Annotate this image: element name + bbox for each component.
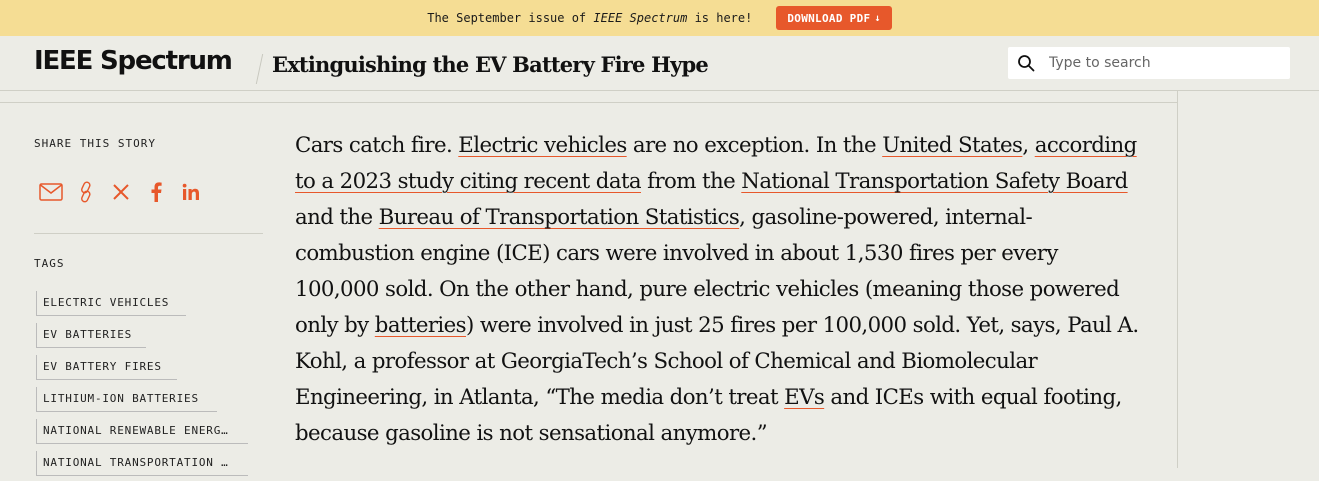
content-top-border [0,102,1177,103]
site-logo[interactable]: IEEE Spectrum [34,46,233,76]
site-header: IEEE Spectrum Extinguishing the EV Batte… [0,36,1319,91]
x-icon[interactable] [108,179,134,205]
article-line: Kohl, a professor at GeorgiaTech’s Schoo… [295,349,1038,374]
tags-label: TAGS [34,257,65,270]
link-electric-vehicles[interactable]: Electric vehicles [458,133,627,158]
article-body: Cars catch fire. Electric vehicles are n… [295,128,1165,452]
facebook-icon[interactable] [143,179,169,205]
share-label: SHARE THIS STORY [34,137,156,150]
banner-publication: IEEE Spectrum [593,11,688,25]
article-line: 100,000 sold. On the other hand, pure el… [295,277,1120,302]
article-line: Engineering, in Atlanta, “The media don’… [295,385,1122,410]
article-line: combustion engine (ICE) cars were involv… [295,241,1058,266]
article-line: to a 2023 study citing recent data from … [295,169,1128,194]
download-arrow-icon: ↓ [874,12,881,24]
announcement-banner: The September issue of IEEE Spectrum is … [0,0,1319,36]
header-article-title: Extinguishing the EV Battery Fire Hype [272,52,709,77]
email-icon[interactable] [38,179,64,205]
link-ntsb[interactable]: National Transportation Safety Board [741,169,1128,194]
search-icon [1018,55,1035,72]
link-bts[interactable]: Bureau of Transportation Statistics [379,205,740,230]
banner-message: The September issue of IEEE Spectrum is … [427,11,753,25]
link-according[interactable]: according [1035,133,1138,158]
download-pdf-button[interactable]: DOWNLOAD PDF ↓ [776,6,892,30]
article-line: Cars catch fire. Electric vehicles are n… [295,133,1138,158]
search-input[interactable] [1047,54,1271,72]
link-batteries[interactable]: batteries [375,313,467,338]
link-icon[interactable] [73,179,99,205]
share-icons [38,179,213,205]
sidebar-divider [34,233,263,234]
right-column-divider [1177,91,1178,468]
article-line: because gasoline is not sensational anym… [295,421,768,446]
search-box[interactable] [1008,47,1290,79]
header-divider [255,54,264,84]
link-united-states[interactable]: United States [882,133,1023,158]
link-evs[interactable]: EVs [784,385,825,410]
linkedin-icon[interactable] [178,179,204,205]
link-2023-study[interactable]: to a 2023 study citing recent data [295,169,642,194]
article-line: only by batteries) were involved in just… [295,313,1139,338]
article-line: and the Bureau of Transportation Statist… [295,205,1033,230]
